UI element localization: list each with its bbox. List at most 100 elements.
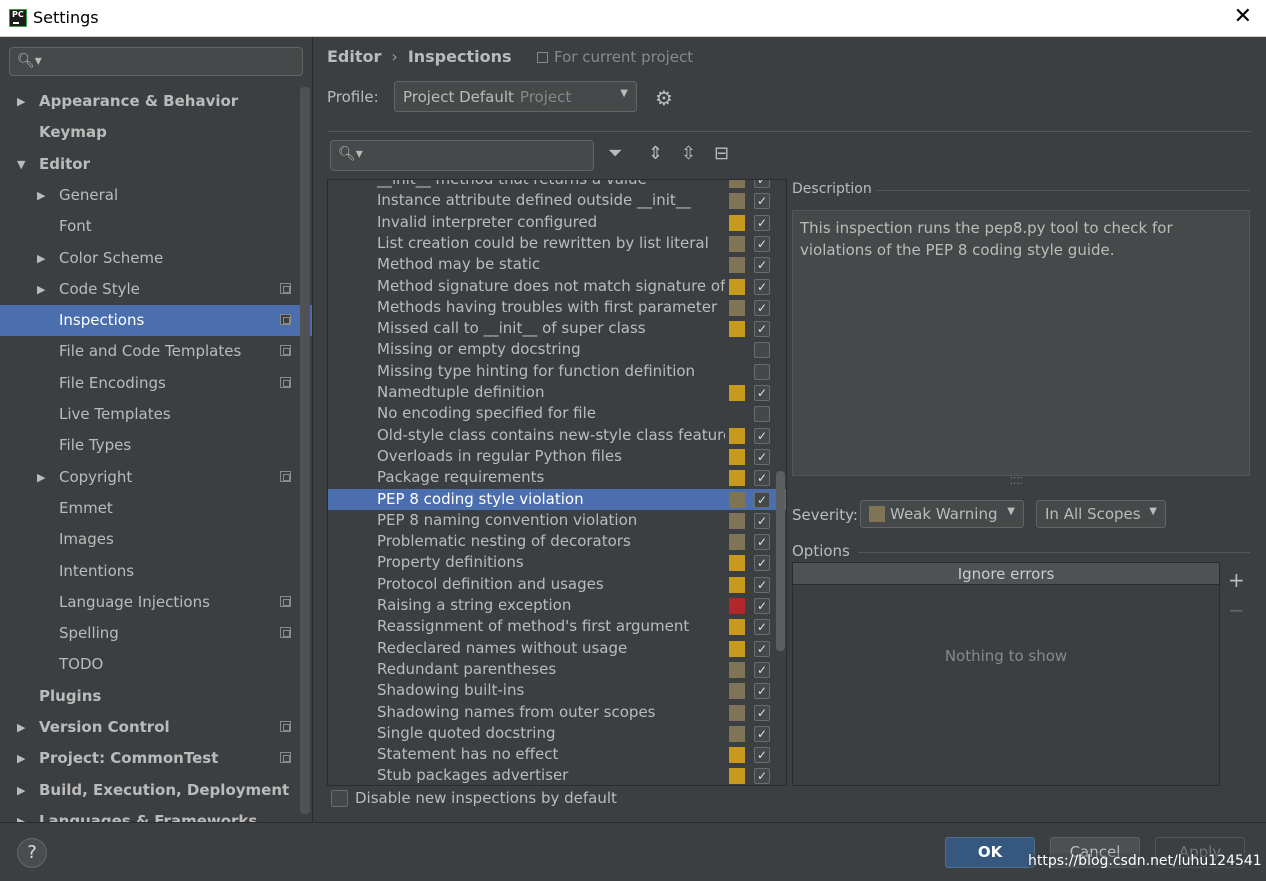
sidebar-item[interactable]: Language Injections [0,587,312,618]
sidebar-item[interactable]: Live Templates [0,399,312,430]
sidebar-item[interactable]: TODO [0,649,312,680]
inspection-checkbox[interactable]: ✓ [754,512,770,529]
inspection-row[interactable]: Redundant parentheses ✓ [328,659,786,680]
inspection-row[interactable]: Method may be static ✓ [328,254,786,275]
inspection-checkbox[interactable] [754,363,770,380]
sidebar-item[interactable]: Intentions [0,556,312,587]
inspection-checkbox[interactable]: ✓ [754,619,770,636]
inspection-row[interactable]: Stub packages advertiser ✓ [328,765,786,785]
inspection-checkbox[interactable]: ✓ [754,193,770,210]
inspection-row[interactable]: Property definitions ✓ [328,552,786,573]
inspection-row[interactable]: Problematic nesting of decorators ✓ [328,531,786,552]
resize-grip-icon[interactable]: ⁚⁚⁚⁚ [1010,476,1023,487]
collapsed-arrow-icon[interactable]: ▶ [37,180,45,211]
gear-icon[interactable]: ⚙ [655,86,673,110]
inspection-checkbox[interactable]: ✓ [754,235,770,252]
inspection-checkbox[interactable]: ✓ [754,683,770,700]
add-icon[interactable]: + [1228,568,1245,592]
inspection-checkbox[interactable]: ✓ [754,640,770,657]
collapsed-arrow-icon[interactable]: ▶ [17,806,25,822]
inspection-checkbox[interactable]: ✓ [754,661,770,678]
breadcrumb-editor[interactable]: Editor [327,47,381,66]
inspection-row[interactable]: Invalid interpreter configured ✓ [328,212,786,233]
sidebar-item[interactable]: File and Code Templates [0,336,312,367]
inspection-row[interactable]: Statement has no effect ✓ [328,744,786,765]
inspections-search-input[interactable]: 🔍︎▾ [330,140,594,171]
sidebar-item[interactable]: ▶ Languages & Frameworks [0,806,312,822]
collapsed-arrow-icon[interactable]: ▶ [37,274,45,305]
collapsed-arrow-icon[interactable]: ▶ [37,243,45,274]
inspection-checkbox[interactable]: ✓ [754,385,770,401]
inspection-checkbox[interactable]: ✓ [754,555,770,572]
inspection-checkbox[interactable]: ✓ [754,299,770,316]
inspection-row[interactable]: Missed call to __init__ of super class ✓ [328,318,786,339]
inspection-row[interactable]: Shadowing names from outer scopes ✓ [328,702,786,723]
inspection-checkbox[interactable]: ✓ [754,491,770,508]
collapsed-arrow-icon[interactable]: ▶ [17,712,25,743]
inspection-checkbox[interactable]: ✓ [754,747,770,764]
inspection-row[interactable]: Reassignment of method's first argument ✓ [328,616,786,637]
sidebar-item[interactable]: ▶ Copyright [0,462,312,493]
inspection-row[interactable]: PEP 8 naming convention violation ✓ [328,510,786,531]
sidebar-item[interactable]: Plugins [0,681,312,712]
sidebar-item[interactable]: ▶ Color Scheme [0,243,312,274]
inspection-checkbox[interactable]: ✓ [754,278,770,295]
inspection-row[interactable]: __init__ method that returns a value ✓ [328,180,786,190]
sidebar-item[interactable]: ▶ Version Control [0,712,312,743]
inspection-checkbox[interactable]: ✓ [754,214,770,231]
inspection-checkbox[interactable]: ✓ [754,448,770,465]
inspection-checkbox[interactable]: ✓ [754,704,770,721]
inspection-checkbox[interactable]: ✓ [754,576,770,593]
inspection-row[interactable]: Package requirements ✓ [328,467,786,488]
sidebar-item[interactable]: File Types [0,430,312,461]
inspection-row[interactable]: Protocol definition and usages ✓ [328,574,786,595]
inspection-row[interactable]: Single quoted docstring ✓ [328,723,786,744]
inspection-row[interactable]: Missing or empty docstring [328,339,786,360]
inspection-checkbox[interactable]: ✓ [754,534,770,551]
inspection-checkbox[interactable]: ✓ [754,470,770,487]
inspection-row[interactable]: Overloads in regular Python files ✓ [328,446,786,467]
remove-icon[interactable]: − [1228,598,1245,622]
sidebar-item[interactable]: Spelling [0,618,312,649]
tree-scrollbar[interactable] [776,471,785,651]
filter-icon[interactable]: ⏷ [608,143,622,164]
inspection-row[interactable]: PEP 8 coding style violation ✓ [328,488,786,510]
collapsed-arrow-icon[interactable]: ▶ [17,86,25,117]
inspection-row[interactable]: Method signature does not match signatur… [328,276,786,297]
sidebar-item[interactable]: ▶ Project: CommonTest [0,743,312,774]
sidebar-item[interactable]: ▶ Code Style [0,274,312,305]
disable-new-inspections-checkbox[interactable] [331,790,348,807]
reset-icon[interactable]: ⊟ [714,143,729,164]
inspection-row[interactable]: Shadowing built-ins ✓ [328,680,786,701]
inspection-row[interactable]: Old-style class contains new-style class… [328,425,786,446]
ok-button[interactable]: OK [945,837,1035,868]
inspection-row[interactable]: Instance attribute defined outside __ini… [328,190,786,211]
sidebar-item[interactable]: Font [0,211,312,242]
sidebar-scrollbar[interactable] [300,87,310,814]
inspection-checkbox[interactable]: ✓ [754,768,770,785]
close-icon[interactable]: ✕ [1234,4,1252,29]
inspection-checkbox[interactable]: ✓ [754,427,770,444]
collapse-all-icon[interactable]: ⇳ [681,143,696,164]
ignore-errors-header[interactable]: Ignore errors [793,563,1219,585]
inspection-row[interactable]: Redeclared names without usage ✓ [328,638,786,659]
inspection-row[interactable]: List creation could be rewritten by list… [328,233,786,254]
expand-all-icon[interactable]: ⇕ [648,143,663,164]
collapsed-arrow-icon[interactable]: ▶ [17,743,25,774]
inspection-row[interactable]: Methods having troubles with first param… [328,297,786,318]
inspection-row[interactable]: Missing type hinting for function defini… [328,361,786,382]
sidebar-item[interactable]: ▼ Editor [0,149,312,180]
help-button[interactable]: ? [17,838,47,868]
inspection-checkbox[interactable]: ✓ [754,321,770,338]
inspection-checkbox[interactable]: ✓ [754,725,770,742]
inspection-row[interactable]: Namedtuple definition ✓ [328,382,786,403]
expanded-arrow-icon[interactable]: ▼ [17,149,25,180]
collapsed-arrow-icon[interactable]: ▶ [37,462,45,493]
inspection-checkbox[interactable]: ✓ [754,598,770,614]
inspection-checkbox[interactable]: ✓ [754,180,770,188]
sidebar-item[interactable]: ▶ Appearance & Behavior [0,86,312,117]
inspection-row[interactable]: No encoding specified for file [328,403,786,424]
sidebar-search-input[interactable]: 🔍︎▾ [9,47,303,76]
severity-dropdown[interactable]: Weak Warning ▼ [860,500,1024,528]
scope-dropdown[interactable]: In All Scopes ▼ [1036,500,1166,528]
